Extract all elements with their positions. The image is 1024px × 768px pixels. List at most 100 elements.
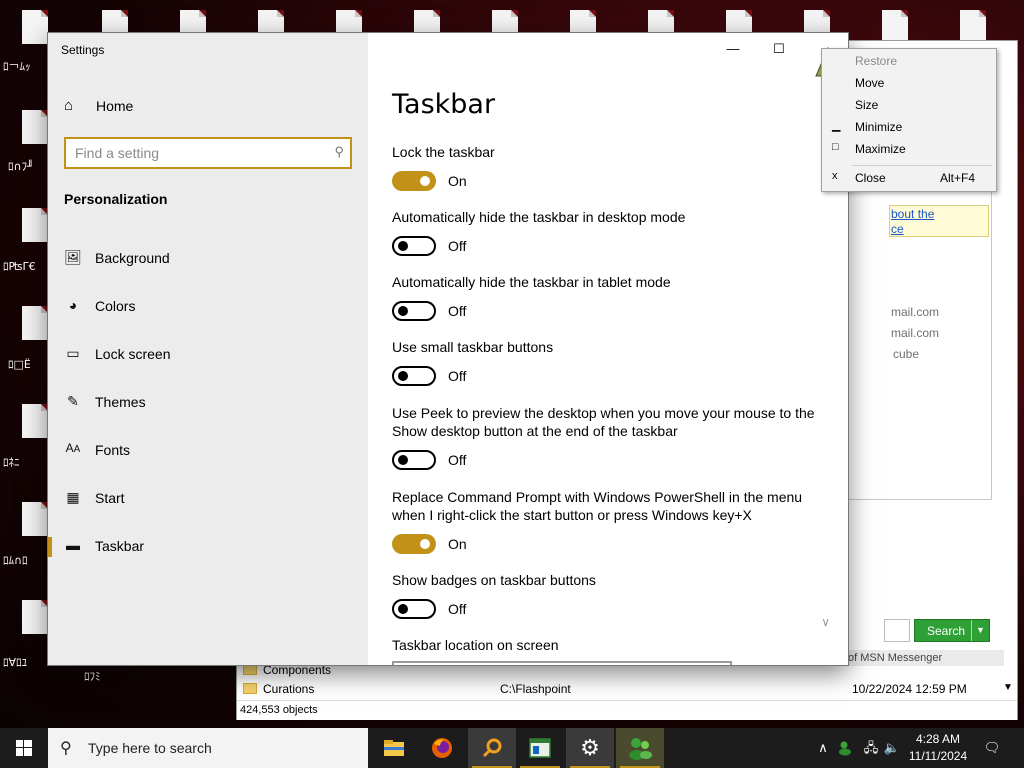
settings-search-box[interactable]: ⚲ (64, 137, 352, 169)
settings-window: Settings ⌂ Home ⚲ Personalization 🖼 Back… (48, 33, 848, 665)
menu-item-minimize[interactable]: ▁ Minimize (822, 116, 996, 138)
clock[interactable]: 4:28 AM 11/11/2024 (902, 731, 974, 765)
settings-sidebar: Settings ⌂ Home ⚲ Personalization 🖼 Back… (48, 33, 368, 665)
toggle-state: On (448, 173, 467, 189)
settings-gear-icon[interactable]: ⚙ (566, 728, 614, 768)
menu-item-move[interactable]: Move (822, 72, 996, 94)
folder-icon (243, 683, 257, 694)
windows-logo-icon (16, 740, 32, 756)
desktop-file-icon[interactable] (22, 502, 48, 536)
show-hidden-icons-chevron-icon[interactable]: ∧ (814, 728, 832, 768)
msn-messenger-icon[interactable] (616, 728, 664, 768)
nav-item-label: Background (95, 250, 170, 266)
nav-item-taskbar[interactable]: ▬ Taskbar (48, 529, 368, 565)
nav-item-themes[interactable]: ✎ Themes (48, 385, 368, 421)
messenger-tray-icon[interactable] (836, 728, 856, 768)
notification-icon[interactable]: 🗨 (980, 728, 1004, 768)
cube-text: cube (893, 347, 920, 361)
desktop-file-icon[interactable] (22, 208, 48, 242)
desktop-file-icon[interactable] (22, 10, 48, 44)
menu-separator (852, 165, 992, 166)
volume-icon[interactable]: 🔈 (882, 728, 902, 768)
background-search-button[interactable]: Search ▼ (914, 619, 990, 642)
toggle-knob (398, 306, 408, 316)
start-button[interactable] (0, 728, 48, 768)
menu-item-maximize[interactable]: □ Maximize (822, 138, 996, 160)
autohide-desktop-toggle[interactable] (392, 236, 436, 256)
desktop-file-icon[interactable] (22, 110, 48, 144)
menu-item-close[interactable]: x Close Alt+F4 (822, 167, 996, 189)
search-app-icon[interactable] (468, 728, 516, 768)
file-explorer-icon[interactable] (370, 728, 418, 768)
toggle-state: On (448, 536, 467, 552)
minimize-button[interactable]: — (710, 33, 756, 65)
nav-item-fonts[interactable]: AA Fonts (48, 433, 368, 469)
row-path: C:\Flashpoint (500, 682, 571, 696)
toggle-state: Off (448, 303, 467, 319)
minimize-icon: ▁ (832, 120, 841, 132)
maximize-button[interactable]: ☐ (756, 33, 802, 65)
setting-label: Lock the taskbar (392, 144, 495, 160)
small-buttons-toggle[interactable] (392, 366, 436, 386)
maximize-icon: □ (832, 141, 839, 153)
settings-search-input[interactable] (75, 144, 315, 162)
desktop-file-icon[interactable] (22, 404, 48, 438)
table-row[interactable]: Curations (243, 682, 314, 696)
setting-label: Automatically hide the taskbar in deskto… (392, 209, 686, 225)
setting-label: Taskbar location on screen (392, 637, 559, 653)
page-title: Taskbar (392, 89, 496, 120)
nav-item-background[interactable]: 🖼 Background (48, 241, 368, 277)
nav-item-colors[interactable]: ◕ Colors (48, 289, 368, 325)
setting-label: Automatically hide the taskbar in tablet… (392, 274, 671, 290)
setting-label: Use Peek to preview the desktop when you… (392, 405, 815, 439)
menu-item-size[interactable]: Size (822, 94, 996, 116)
status-text: 424,553 objects (240, 704, 318, 716)
desktop-file-label: ﾛ￢ﾑｯ (3, 60, 31, 73)
autohide-tablet-toggle[interactable] (392, 301, 436, 321)
menu-item-restore[interactable]: Restore (822, 50, 996, 72)
settings-main: — ☐ Taskbar Lock the taskbar On Automati… (368, 33, 848, 665)
home-icon: ⌂ (64, 97, 74, 114)
lock-screen-icon: ▭ (66, 345, 80, 361)
powershell-toggle[interactable] (392, 534, 436, 554)
toggle-knob (420, 539, 430, 549)
nav-item-start[interactable]: ▦ Start (48, 481, 368, 517)
search-icon[interactable]: ⚲ (334, 144, 344, 160)
background-search-input[interactable] (884, 619, 910, 642)
firefox-icon[interactable] (418, 728, 466, 768)
peek-toggle[interactable] (392, 450, 436, 470)
palette-icon: ◕ (68, 297, 78, 313)
taskbar-search-box[interactable]: ⚲ Type here to search (48, 728, 368, 768)
search-button-label: Search (926, 624, 966, 638)
nav-item-lock-screen[interactable]: ▭ Lock screen (48, 337, 368, 373)
nav-home[interactable]: ⌂ Home (48, 89, 368, 123)
desktop-file-label: ﾛ₧Γ€ (3, 260, 36, 273)
background-info-panel (848, 190, 992, 500)
brush-icon: ✎ (67, 393, 79, 409)
network-icon[interactable]: 🖧 (860, 728, 882, 768)
msn-bar: of MSN Messenger (848, 650, 1004, 666)
window-title: Settings (61, 43, 105, 57)
menu-item-label: Close (855, 171, 886, 185)
chevron-down-icon[interactable]: ▼ (971, 620, 989, 641)
table-row[interactable]: Components (243, 663, 331, 677)
app-window-icon[interactable] (516, 728, 564, 768)
lock-taskbar-toggle[interactable] (392, 171, 436, 191)
taskbar: ⚲ Type here to search ⚙ ∧ 🖧 🔈 4:28 AM 11… (0, 728, 1024, 768)
menu-item-label: Maximize (855, 142, 906, 156)
background-link[interactable]: ce (891, 222, 904, 236)
status-bar: 424,553 objects (237, 700, 1017, 720)
scroll-down-icon[interactable]: ∨ (821, 615, 830, 629)
menu-item-label: Move (855, 76, 885, 90)
desktop-file-icon[interactable] (882, 10, 908, 44)
badges-toggle[interactable] (392, 599, 436, 619)
background-link[interactable]: bout the (891, 207, 934, 221)
desktop-file-icon[interactable] (22, 600, 48, 634)
setting-label: Use small taskbar buttons (392, 339, 554, 355)
scroll-down-icon[interactable]: ▼ (1003, 682, 1013, 693)
desktop-file-label: ﾛ∩ﾌ╜ (8, 160, 34, 173)
desktop-file-icon[interactable] (22, 306, 48, 340)
desktop-file-icon[interactable] (960, 10, 986, 44)
row-name: Curations (263, 682, 315, 696)
taskbar-location-dropdown[interactable] (392, 661, 732, 665)
